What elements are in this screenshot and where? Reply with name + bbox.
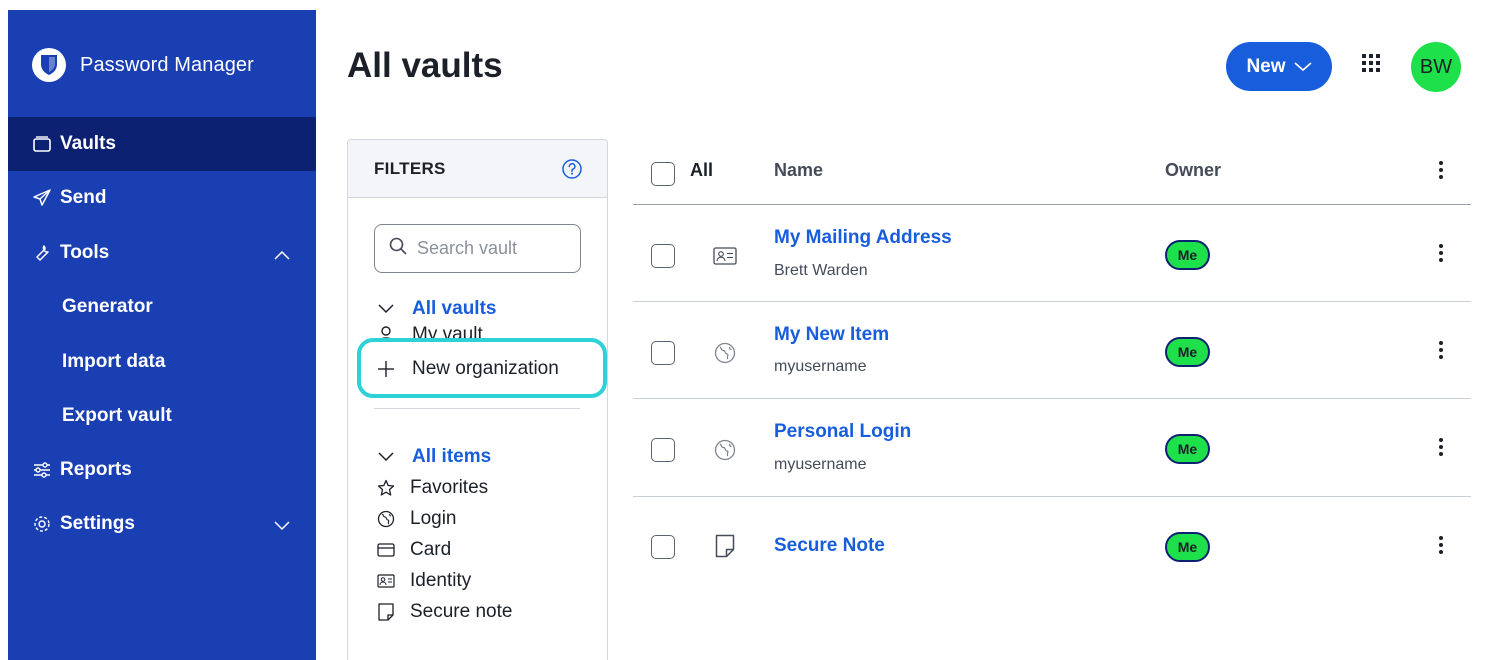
filter-login[interactable]: Login bbox=[376, 508, 457, 530]
row-options-menu-icon[interactable] bbox=[1434, 241, 1448, 265]
filter-card[interactable]: Card bbox=[376, 539, 451, 561]
filter-all-items[interactable]: All items bbox=[376, 446, 491, 468]
wrench-icon bbox=[32, 243, 52, 263]
select-all-checkbox[interactable] bbox=[651, 162, 675, 186]
owner-badge: Me bbox=[1165, 240, 1210, 270]
globe-icon bbox=[712, 340, 738, 366]
sidebar-item-label: Generator bbox=[62, 296, 153, 317]
highlight-outline bbox=[357, 338, 607, 398]
filters-header: FILTERS bbox=[348, 140, 607, 198]
column-header-owner[interactable]: Owner bbox=[1165, 160, 1221, 181]
note-icon bbox=[712, 533, 738, 559]
page-title: All vaults bbox=[347, 46, 503, 85]
sidebar: Password Manager Vaults Send Tools Gener… bbox=[8, 10, 316, 660]
new-button-label: New bbox=[1246, 55, 1286, 77]
filter-heading-label: All vaults bbox=[412, 298, 497, 319]
help-icon[interactable] bbox=[561, 158, 583, 180]
card-icon bbox=[376, 543, 396, 557]
filters-title: FILTERS bbox=[374, 158, 446, 178]
search-input[interactable]: Search vault bbox=[374, 224, 581, 273]
search-icon bbox=[389, 237, 407, 260]
star-icon bbox=[376, 479, 396, 497]
filter-heading-label: All items bbox=[412, 446, 492, 467]
sidebar-item-label: Vaults bbox=[60, 133, 116, 154]
send-icon bbox=[32, 188, 52, 208]
row-divider bbox=[633, 204, 1471, 205]
filter-favorites[interactable]: Favorites bbox=[376, 477, 488, 499]
row-options-menu-icon[interactable] bbox=[1434, 435, 1448, 459]
item-subtitle: myusername bbox=[774, 456, 867, 473]
filters-panel: FILTERS Search vault All vaults My vault… bbox=[347, 139, 608, 660]
filter-secure-note[interactable]: Secure note bbox=[376, 601, 512, 623]
row-divider bbox=[633, 301, 1471, 302]
sidebar-item-label: Settings bbox=[60, 513, 135, 534]
sidebar-item-tools[interactable]: Tools bbox=[8, 226, 316, 280]
sidebar-item-export-vault[interactable]: Export vault bbox=[8, 389, 316, 443]
chevron-down-icon bbox=[376, 304, 396, 314]
row-divider bbox=[633, 496, 1471, 497]
sidebar-item-vaults[interactable]: Vaults bbox=[8, 117, 316, 171]
row-checkbox[interactable] bbox=[651, 244, 675, 268]
sidebar-item-label: Export vault bbox=[62, 405, 172, 426]
sidebar-item-label: Send bbox=[60, 187, 107, 208]
globe-icon bbox=[712, 437, 738, 463]
owner-badge: Me bbox=[1165, 532, 1210, 562]
sidebar-item-import-data[interactable]: Import data bbox=[8, 335, 316, 389]
row-options-menu-icon[interactable] bbox=[1434, 338, 1448, 362]
table-options-menu-icon[interactable] bbox=[1434, 158, 1448, 182]
item-name-link[interactable]: My Mailing Address bbox=[774, 227, 952, 249]
vault-icon bbox=[32, 134, 52, 154]
sidebar-item-label: Import data bbox=[62, 351, 166, 372]
filter-all-vaults[interactable]: All vaults bbox=[376, 298, 496, 320]
owner-badge: Me bbox=[1165, 434, 1210, 464]
sidebar-item-label: Tools bbox=[60, 242, 110, 263]
item-subtitle: Brett Warden bbox=[774, 262, 868, 279]
search-placeholder: Search vault bbox=[417, 238, 518, 258]
filter-item-label: Secure note bbox=[410, 601, 513, 622]
shield-logo-icon bbox=[32, 48, 66, 82]
chevron-down-icon bbox=[1294, 56, 1312, 78]
sidebar-item-reports[interactable]: Reports bbox=[8, 443, 316, 497]
app-switcher-icon[interactable] bbox=[1362, 54, 1380, 72]
note-icon bbox=[376, 603, 396, 621]
filter-item-label: Card bbox=[410, 539, 452, 560]
chevron-down-icon bbox=[376, 452, 396, 462]
column-header-name[interactable]: Name bbox=[774, 160, 823, 181]
gear-icon bbox=[32, 514, 52, 534]
row-checkbox[interactable] bbox=[651, 341, 675, 365]
column-header-all[interactable]: All bbox=[690, 160, 713, 181]
row-checkbox[interactable] bbox=[651, 535, 675, 559]
row-options-menu-icon[interactable] bbox=[1434, 533, 1448, 557]
sidebar-item-send[interactable]: Send bbox=[8, 171, 316, 225]
brand[interactable]: Password Manager bbox=[32, 48, 254, 82]
item-name-link[interactable]: Secure Note bbox=[774, 535, 885, 557]
filter-identity[interactable]: Identity bbox=[376, 570, 471, 592]
chevron-down-icon bbox=[274, 515, 290, 537]
filter-item-label: Favorites bbox=[410, 477, 489, 498]
app-name: Password Manager bbox=[80, 53, 254, 76]
globe-icon bbox=[376, 510, 396, 528]
identity-icon bbox=[376, 574, 396, 588]
item-name-link[interactable]: My New Item bbox=[774, 324, 889, 346]
filter-item-label: Login bbox=[410, 508, 457, 529]
row-checkbox[interactable] bbox=[651, 438, 675, 462]
sidebar-item-generator[interactable]: Generator bbox=[8, 280, 316, 334]
sidebar-item-settings[interactable]: Settings bbox=[8, 497, 316, 551]
filter-item-label: Identity bbox=[410, 570, 472, 591]
sidebar-item-label: Reports bbox=[60, 459, 132, 480]
filter-divider bbox=[374, 408, 580, 409]
chevron-up-icon bbox=[274, 244, 290, 266]
row-divider bbox=[633, 398, 1471, 399]
sliders-icon bbox=[32, 460, 52, 480]
avatar[interactable]: BW bbox=[1411, 42, 1461, 92]
item-name-link[interactable]: Personal Login bbox=[774, 421, 911, 443]
owner-badge: Me bbox=[1165, 337, 1210, 367]
item-subtitle: myusername bbox=[774, 358, 867, 375]
new-button[interactable]: New bbox=[1226, 42, 1332, 91]
identity-icon bbox=[712, 243, 738, 269]
